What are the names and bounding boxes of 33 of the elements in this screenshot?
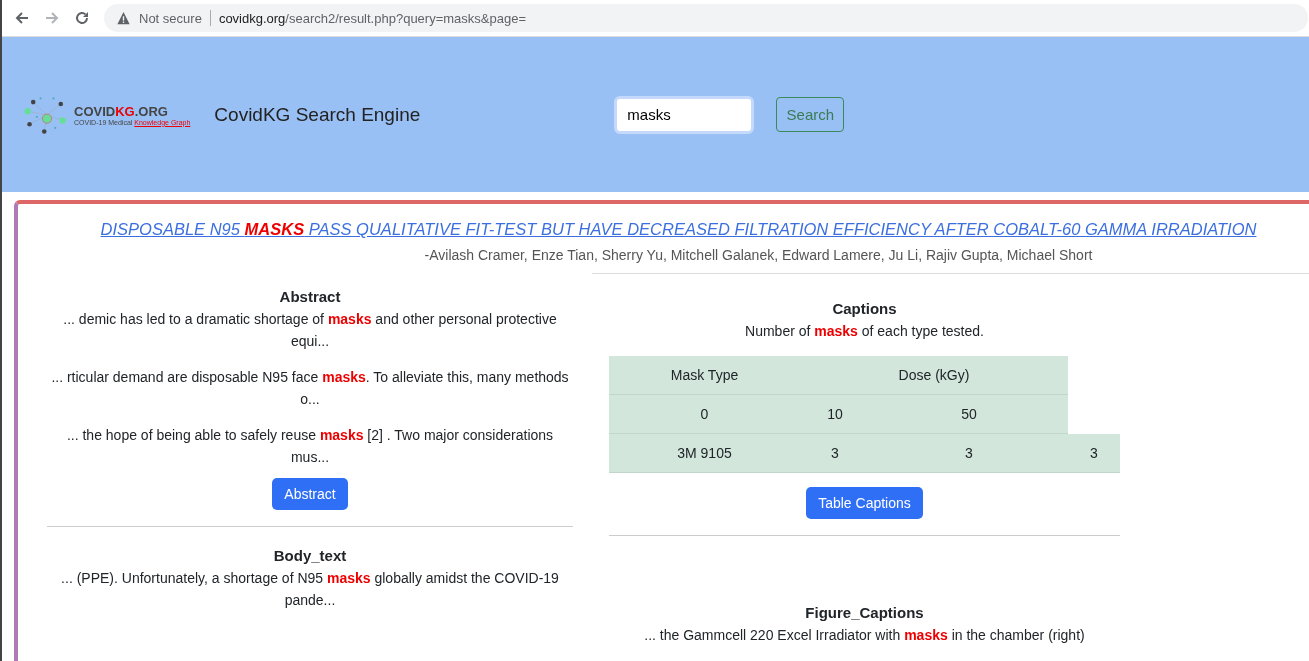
warning-icon <box>116 11 131 25</box>
table-cell: 3M 9105 <box>609 434 800 473</box>
reload-icon[interactable] <box>74 10 90 26</box>
section-heading: Figure_Captions <box>805 603 924 623</box>
url-text: covidkg.org/search2/result.php?query=masks&page= <box>218 10 526 26</box>
search-button[interactable]: Search <box>776 97 845 132</box>
snippet-text: ... (PPE). Unfortunately, a shortage of N95 masks globally amidst the COVID-19 pande... <box>60 569 560 610</box>
table-cell: 0 <box>609 395 800 434</box>
caption-text: ... the Gammcell 220 Excel Irradiator with masks in the chamber (right) <box>644 626 1085 645</box>
table-cell: 3 <box>1068 434 1120 473</box>
table-cell: Dose (kGy) <box>800 356 1068 395</box>
table-cell: 3 <box>870 434 1068 473</box>
table-cell: 3 <box>800 434 870 473</box>
address-bar[interactable]: Not secure covidkg.org/search2/result.php?query=masks&page= <box>104 4 1308 32</box>
table-captions-button[interactable]: Table Captions <box>806 487 923 519</box>
caption-text: Number of masks of each type tested. <box>745 322 984 341</box>
snippet-text: ... demic has led to a dramatic shortage of masks and other personal protective equi... <box>62 310 558 351</box>
section-heading: Captions <box>832 299 897 319</box>
search-field[interactable]: masks <box>614 95 755 134</box>
result-title-link[interactable]: DISPOSABLE N95 MASKS PASS QUALITATIVE FIT-TEST BUT HAVE DECREASED FILTRATION EFFICIENCY AFTER COBALT-60 GAMMA IRRADIATION <box>100 220 1257 239</box>
site-title: CovidKG Search Engine <box>214 103 421 126</box>
table-cell: 10 <box>800 395 870 434</box>
back-icon[interactable] <box>14 10 30 26</box>
section-button[interactable]: Abstract <box>272 478 348 510</box>
section-heading: Body_text <box>273 546 347 566</box>
table-cell: 50 <box>870 395 1068 434</box>
snippet-text: ... rticular demand are disposable N95 face masks. To alleviate this, many methods o... <box>50 368 570 409</box>
section-heading: Abstract <box>279 287 341 307</box>
snippet-text: ... the hope of being able to safely reuse masks [2] . Two major considerations mus... <box>65 426 555 467</box>
security-label: Not secure <box>139 10 202 26</box>
author-list: -Avilash Cramer, Enze Tian, Sherry Yu, Mitchell Galanek, Edward Lamere, Ju Li, Rajiv Gupta, Michael Short <box>424 247 1093 263</box>
logo-wordmark: COVIDKG.ORG <box>74 103 169 119</box>
table-cell: Mask Type <box>609 356 800 395</box>
